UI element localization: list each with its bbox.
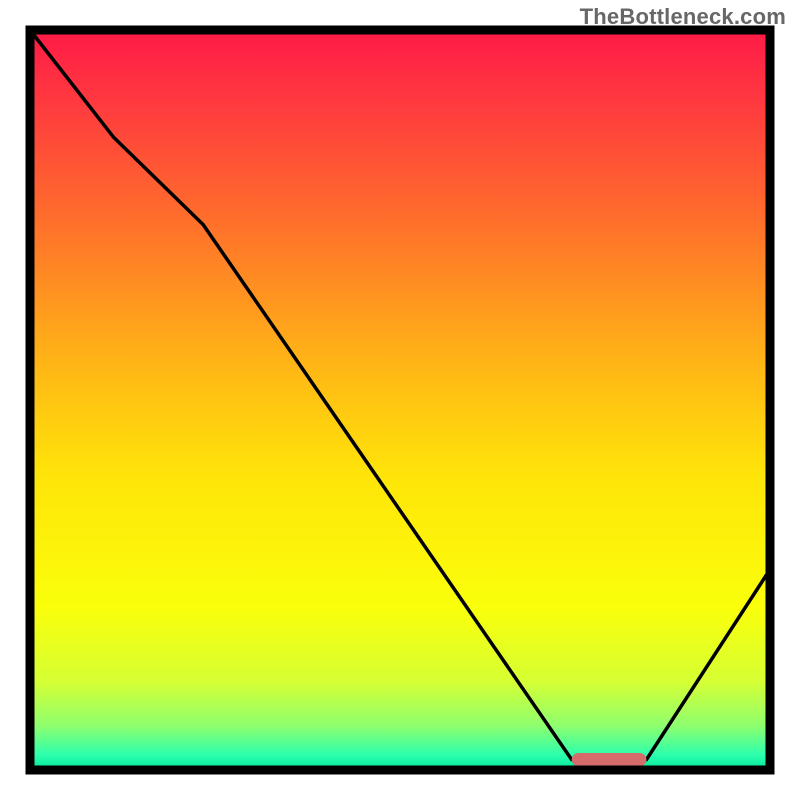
bottleneck-chart [0, 0, 800, 800]
optimal-range-marker [572, 753, 647, 766]
chart-container: TheBottleneck.com [0, 0, 800, 800]
watermark-label: TheBottleneck.com [580, 4, 786, 30]
plot-background [30, 30, 770, 770]
